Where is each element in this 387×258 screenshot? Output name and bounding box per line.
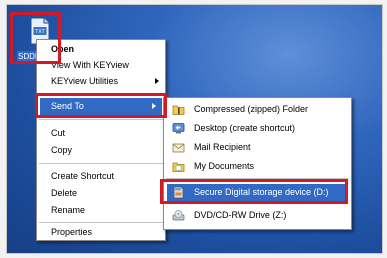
menu-item-label: Compressed (zipped) Folder: [194, 104, 309, 114]
send-to-submenu: Compressed (zipped) Folder Desktop (crea…: [163, 97, 352, 230]
menu-item-create-shortcut[interactable]: Create Shortcut: [37, 168, 165, 185]
menu-item-cut[interactable]: Cut: [37, 125, 165, 142]
send-to-mail-recipient[interactable]: Mail Recipient: [164, 139, 351, 156]
menu-separator: [39, 163, 163, 164]
menu-item-label: Desktop (create shortcut): [194, 123, 296, 133]
menu-item-label: Cut: [51, 128, 66, 138]
menu-item-keyview-utilities[interactable]: KEYview Utilities: [37, 73, 165, 90]
send-to-my-documents[interactable]: My Documents: [164, 158, 351, 175]
dvd-drive-icon: [172, 210, 185, 221]
desktop-icon: [172, 123, 185, 134]
menu-item-properties[interactable]: Properties: [37, 224, 165, 241]
context-menu: Open View With KEYview KEYview Utilities…: [36, 39, 166, 241]
my-documents-folder-icon: [172, 162, 185, 172]
send-to-dvd-cd-rw-drive[interactable]: DVD/CD-RW Drive (Z:): [164, 207, 351, 224]
desktop: TXT SDDL Open View With KEYview KEYview …: [6, 4, 383, 254]
menu-item-label: Copy: [51, 145, 73, 155]
zip-folder-icon: [172, 105, 185, 115]
mail-icon: [172, 143, 185, 153]
menu-item-label: Mail Recipient: [194, 142, 251, 152]
menu-item-label: KEYview Utilities: [51, 76, 119, 86]
menu-separator: [39, 119, 163, 120]
highlight-box-file-icon: [10, 12, 61, 64]
menu-item-delete[interactable]: Delete: [37, 185, 165, 202]
submenu-arrow-icon: [155, 78, 159, 84]
send-to-desktop[interactable]: Desktop (create shortcut): [164, 120, 351, 137]
menu-item-copy[interactable]: Copy: [37, 142, 165, 159]
menu-item-label: DVD/CD-RW Drive (Z:): [194, 210, 287, 220]
highlight-box-send-to: [35, 93, 167, 118]
menu-item-label: Create Shortcut: [51, 171, 115, 181]
screen: TXT SDDL Open View With KEYview KEYview …: [0, 0, 387, 258]
highlight-box-sd-storage: [160, 179, 348, 204]
menu-item-label: Delete: [51, 188, 78, 198]
menu-item-label: View With KEYview: [51, 60, 129, 70]
send-to-compressed-folder[interactable]: Compressed (zipped) Folder: [164, 101, 351, 118]
menu-item-rename[interactable]: Rename: [37, 202, 165, 219]
menu-item-label: Rename: [51, 205, 86, 215]
menu-item-label: My Documents: [194, 161, 255, 171]
menu-item-label: Properties: [51, 227, 93, 237]
menu-separator: [39, 222, 163, 223]
